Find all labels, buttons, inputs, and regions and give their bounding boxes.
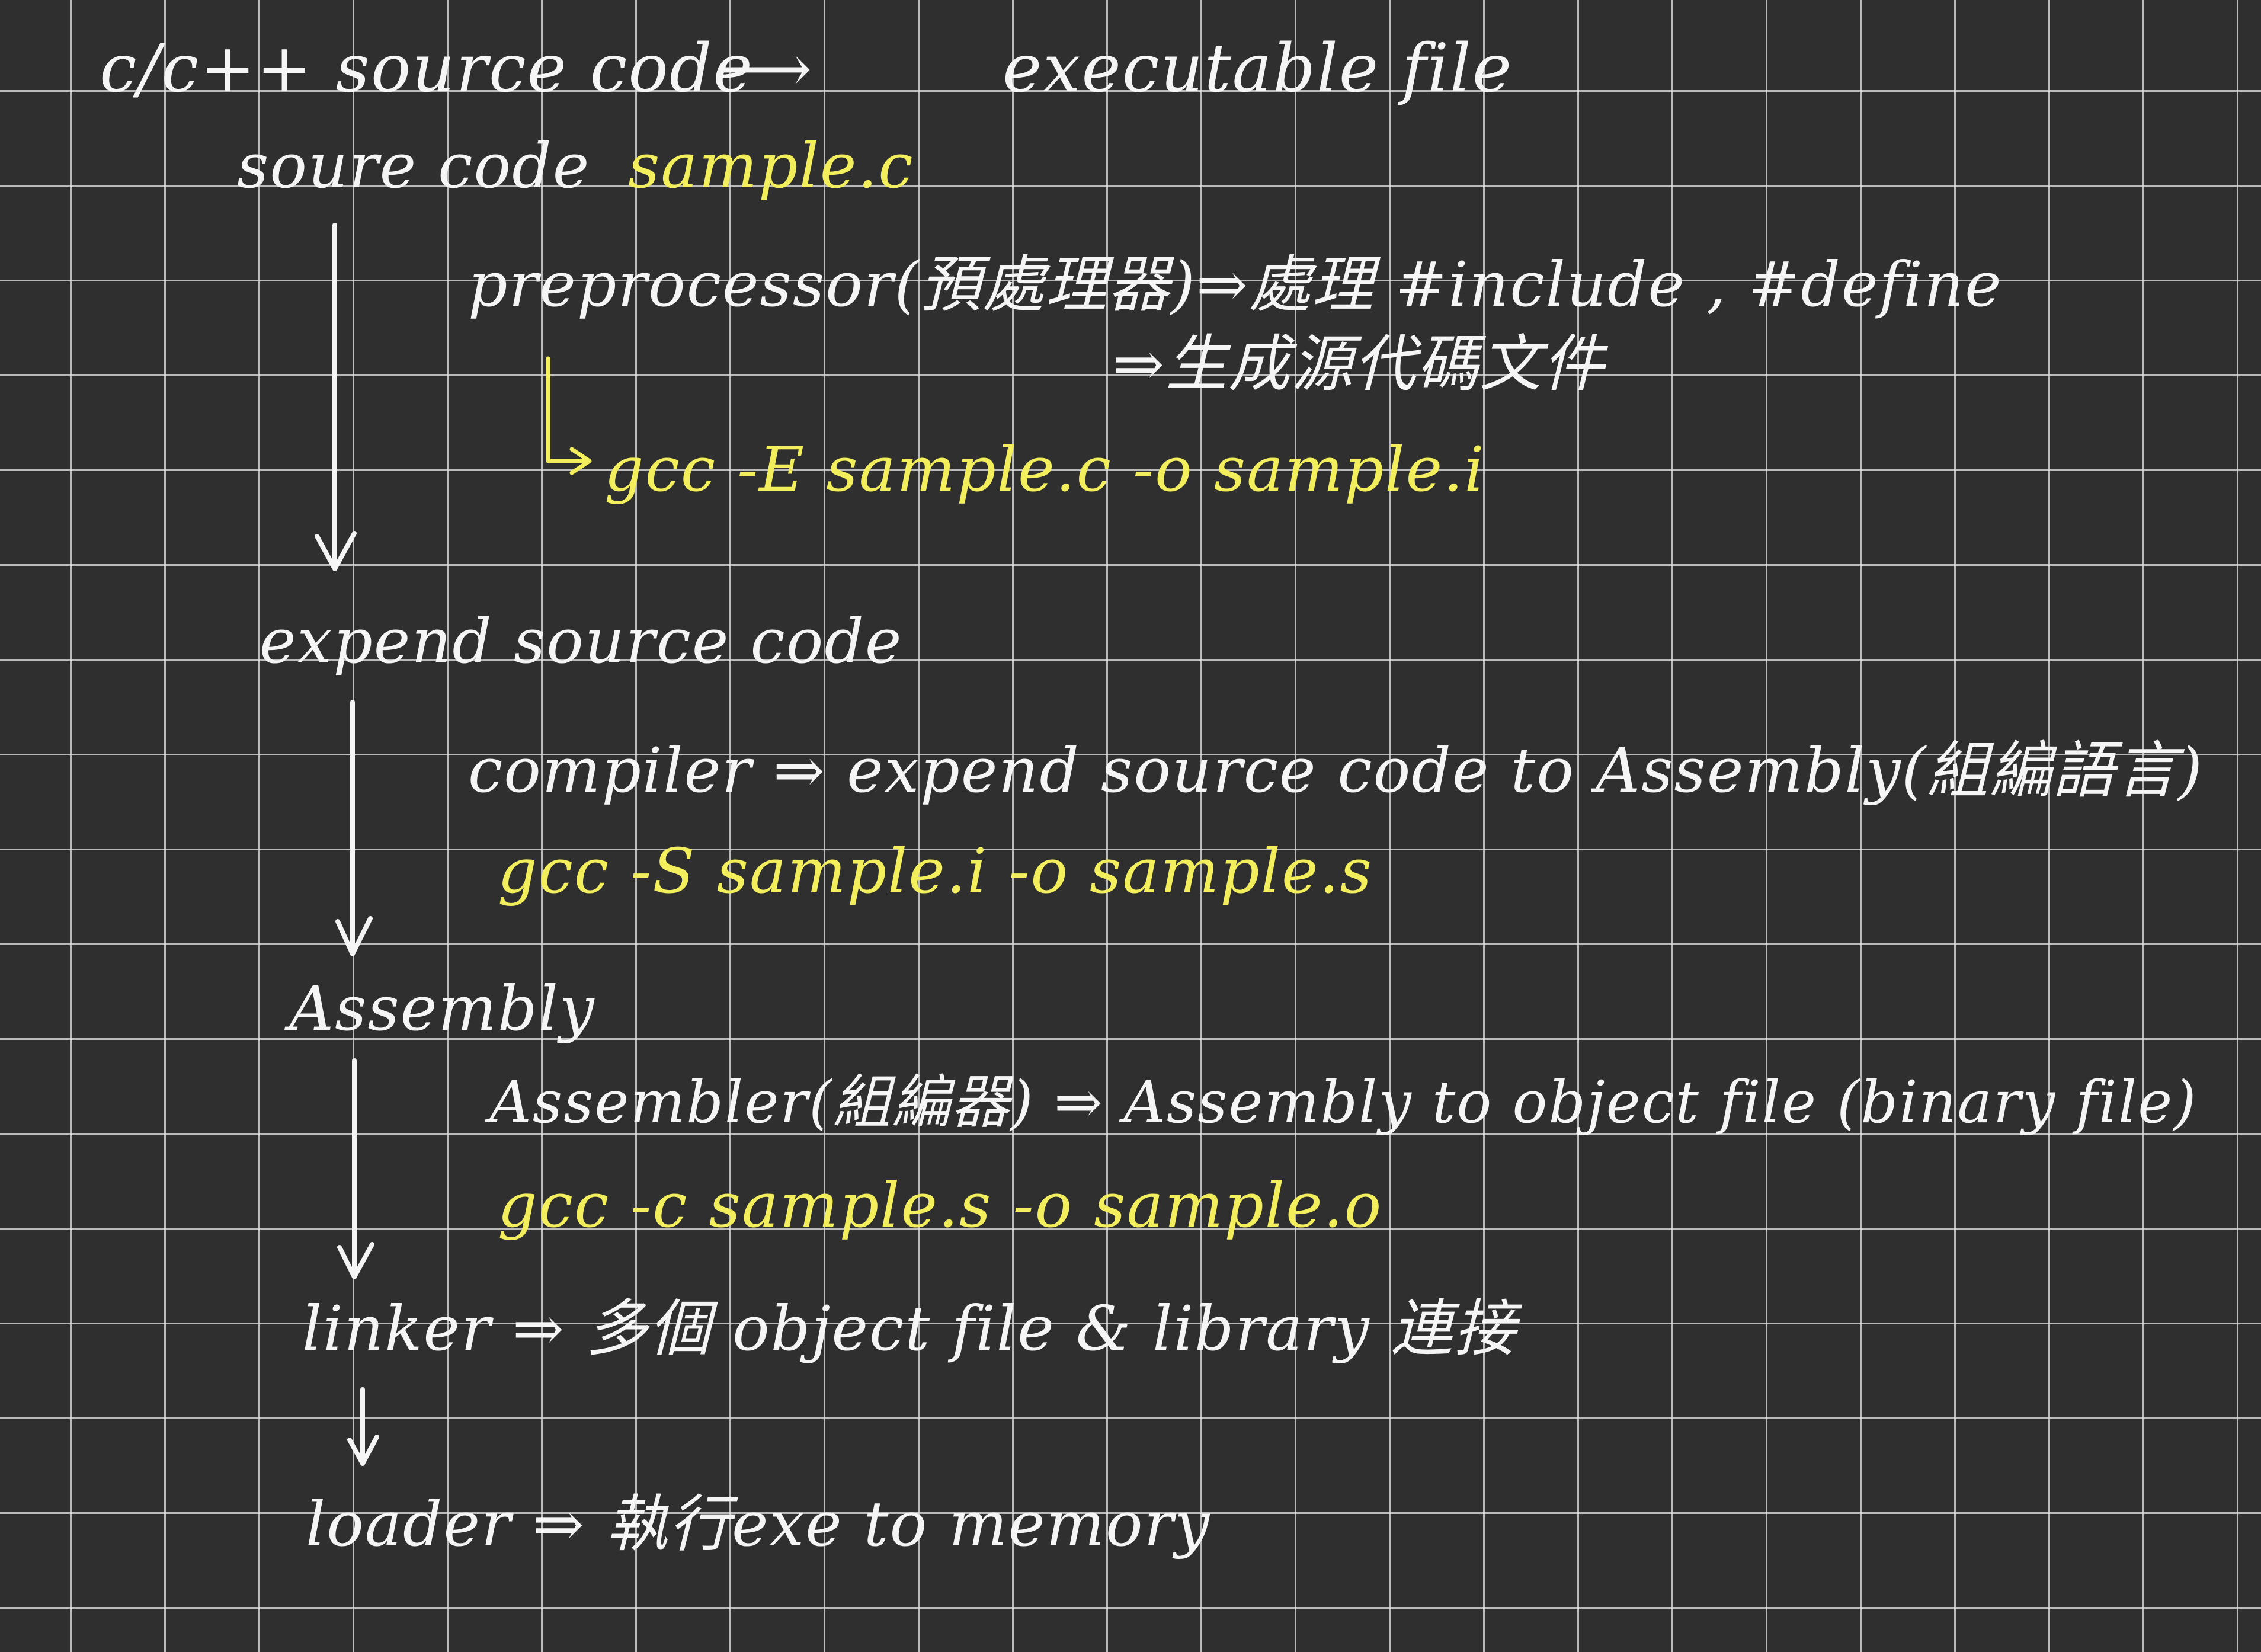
elbow-arrow-icon <box>546 356 592 475</box>
flow-arrows <box>315 223 592 1466</box>
arrow-down-icon <box>347 1387 379 1466</box>
arrow-down-icon <box>315 223 357 571</box>
arrow-down-icon <box>337 1058 374 1279</box>
arrow-down-icon <box>335 700 373 956</box>
handwritten-note-page: c/c++ source code ⟶ executable file sour… <box>0 0 2261 1652</box>
